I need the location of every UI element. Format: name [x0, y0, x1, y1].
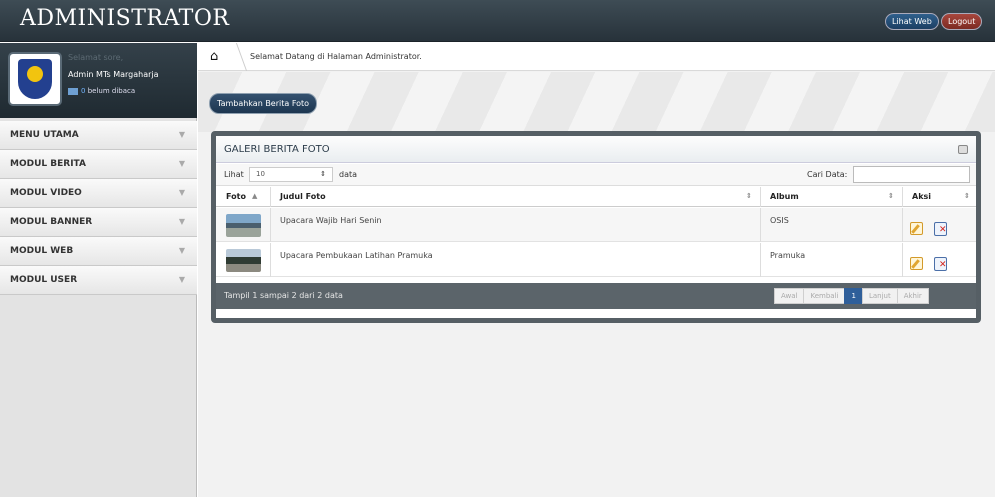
edit-icon[interactable] — [910, 222, 923, 235]
table-header: Foto ▲ Judul Foto ⇕ Album ⇕ Aksi ⇕ — [216, 187, 976, 207]
sidebar-menu: MENU UTAMA ▼ MODUL BERITA ▼ MODUL VIDEO … — [0, 121, 197, 295]
collapse-icon[interactable] — [958, 145, 968, 154]
sort-icon: ⇕ — [746, 192, 752, 200]
col-header-judul[interactable]: Judul Foto — [280, 192, 326, 201]
photo-thumbnail[interactable] — [226, 214, 261, 237]
col-header-foto[interactable]: Foto — [226, 192, 246, 201]
sidebar-item-modul-video[interactable]: MODUL VIDEO ▼ — [0, 179, 197, 208]
greeting-text: Selamat sore, — [68, 53, 124, 62]
gallery-panel: GALERI BERITA FOTO Lihat 10 ⇕ data Cari … — [211, 131, 981, 323]
panel-header: GALERI BERITA FOTO — [216, 136, 976, 163]
sidebar-item-label: MENU UTAMA — [10, 130, 79, 140]
column-divider — [902, 243, 903, 277]
pager-prev[interactable]: Kembali — [803, 288, 846, 304]
unread-label: belum dibaca — [87, 87, 136, 95]
cell-judul: Upacara Pembukaan Latihan Pramuka — [280, 251, 433, 260]
column-divider — [270, 187, 271, 207]
data-label: data — [339, 170, 358, 179]
breadcrumb: ⌂ Selamat Datang di Halaman Administrato… — [198, 43, 995, 71]
col-header-aksi[interactable]: Aksi — [912, 192, 931, 201]
page-size-select[interactable]: 10 ⇕ — [249, 167, 333, 182]
brand-title: ADMINISTRATOR — [20, 6, 230, 31]
main-content: ⌂ Selamat Datang di Halaman Administrato… — [198, 43, 995, 497]
gallery-panel-body: GALERI BERITA FOTO Lihat 10 ⇕ data Cari … — [216, 136, 976, 318]
breadcrumb-text: Selamat Datang di Halaman Administrator. — [250, 52, 422, 61]
school-logo — [8, 52, 62, 106]
page-size-label: Lihat — [224, 170, 244, 179]
sidebar-item-modul-banner[interactable]: MODUL BANNER ▼ — [0, 208, 197, 237]
column-divider — [902, 208, 903, 242]
sidebar-item-label: MODUL WEB — [10, 246, 74, 256]
column-divider — [760, 208, 761, 242]
column-divider — [902, 187, 903, 207]
pager-page-1[interactable]: 1 — [844, 288, 863, 304]
logout-button[interactable]: Logout — [941, 13, 983, 30]
add-photo-news-button[interactable]: Tambahkan Berita Foto — [209, 93, 318, 114]
pager-first[interactable]: Awal — [774, 288, 805, 304]
sort-icon: ⇕ — [964, 192, 970, 200]
top-header: ADMINISTRATOR Lihat Web Logout — [0, 0, 995, 42]
chevron-down-icon: ▼ — [178, 246, 185, 255]
table-info: Tampil 1 sampai 2 dari 2 data — [224, 291, 343, 300]
page-size-value: 10 — [256, 170, 265, 178]
delete-icon[interactable] — [934, 222, 947, 236]
column-divider — [760, 187, 761, 207]
table-row: Upacara Pembukaan Latihan Pramuka Pramuk… — [216, 243, 976, 277]
chevron-down-icon: ▼ — [178, 217, 185, 226]
sort-icon: ⇕ — [888, 192, 894, 200]
sidebar-item-label: MODUL USER — [10, 275, 78, 285]
sidebar-item-label: MODUL BANNER — [10, 217, 93, 227]
breadcrumb-separator — [226, 43, 248, 71]
pager-last[interactable]: Akhir — [896, 288, 929, 304]
column-divider — [760, 243, 761, 277]
action-area — [198, 72, 995, 132]
table-row: Upacara Wajib Hari Senin OSIS — [216, 208, 976, 242]
select-caret-icon: ⇕ — [320, 170, 326, 178]
sidebar-item-modul-berita[interactable]: MODUL BERITA ▼ — [0, 150, 197, 179]
home-icon[interactable]: ⌂ — [210, 49, 224, 64]
column-divider — [270, 243, 271, 277]
cell-album: Pramuka — [770, 251, 806, 260]
sidebar-item-menu-utama[interactable]: MENU UTAMA ▼ — [0, 121, 197, 150]
chevron-down-icon: ▼ — [178, 188, 185, 197]
panel-title: GALERI BERITA FOTO — [224, 144, 330, 155]
search-label: Cari Data: — [807, 170, 848, 179]
mail-icon — [68, 87, 78, 95]
chevron-down-icon: ▼ — [178, 275, 185, 284]
user-box: Selamat sore, Admin MTs Margaharja 0 bel… — [0, 43, 197, 118]
sidebar-item-modul-user[interactable]: MODUL USER ▼ — [0, 266, 197, 295]
search-input[interactable] — [853, 166, 970, 183]
unread-messages-link[interactable]: 0 belum dibaca — [68, 87, 135, 95]
photo-thumbnail[interactable] — [226, 249, 261, 272]
emblem-icon — [27, 66, 43, 82]
column-divider — [270, 208, 271, 242]
sidebar-item-label: MODUL VIDEO — [10, 188, 82, 198]
table-controls: Lihat 10 ⇕ data Cari Data: — [216, 164, 976, 186]
cell-judul: Upacara Wajib Hari Senin — [280, 216, 382, 225]
user-name: Admin MTs Margaharja — [68, 70, 159, 79]
chevron-down-icon: ▼ — [178, 130, 185, 139]
delete-icon[interactable] — [934, 257, 947, 271]
sidebar-item-label: MODUL BERITA — [10, 159, 86, 169]
pager-next[interactable]: Lanjut — [861, 288, 898, 304]
unread-count: 0 — [81, 87, 86, 95]
sidebar-item-modul-web[interactable]: MODUL WEB ▼ — [0, 237, 197, 266]
col-header-album[interactable]: Album — [770, 192, 799, 201]
table-footer: Tampil 1 sampai 2 dari 2 data Awal Kemba… — [216, 283, 976, 309]
edit-icon[interactable] — [910, 257, 923, 270]
lihat-web-button[interactable]: Lihat Web — [885, 13, 939, 30]
sort-asc-icon: ▲ — [252, 192, 258, 200]
pagination: Awal Kembali 1 Lanjut Akhir — [774, 288, 929, 304]
sidebar: Selamat sore, Admin MTs Margaharja 0 bel… — [0, 43, 197, 497]
chevron-down-icon: ▼ — [178, 159, 185, 168]
cell-album: OSIS — [770, 216, 789, 225]
